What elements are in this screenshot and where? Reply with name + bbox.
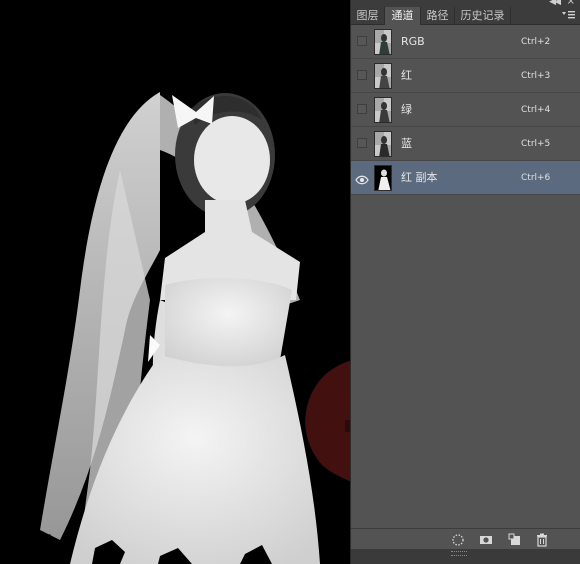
panel-title-bar[interactable]: ◀◀ × (351, 0, 580, 7)
channel-name: 蓝 (401, 137, 412, 150)
tab-paths[interactable]: 路径 (421, 7, 455, 24)
panel-tab-bar: 图层 通道 路径 历史记录 (351, 7, 580, 25)
new-channel-icon (508, 533, 520, 545)
channel-shortcut: Ctrl+6 (521, 173, 551, 183)
tab-history[interactable]: 历史记录 (455, 7, 511, 24)
channels-panel: ◀◀ × 图层 通道 路径 历史记录 RGB Ctrl+2 红 Ctrl+3 绿… (350, 0, 580, 564)
new-channel-button[interactable] (508, 532, 522, 546)
channel-row-red-copy[interactable]: 红 副本 Ctrl+6 (351, 161, 580, 195)
tab-channels[interactable]: 通道 (385, 7, 421, 25)
channel-shortcut: Ctrl+4 (521, 105, 551, 115)
channel-name: 红 副本 (401, 171, 438, 184)
panel-footer (351, 549, 580, 564)
channel-name: RGB (401, 35, 425, 48)
channel-thumbnail (374, 165, 392, 191)
channel-name: 红 (401, 69, 412, 82)
panel-bottom-toolbar (351, 528, 580, 549)
load-selection-button[interactable] (451, 532, 465, 546)
channel-thumbnail (374, 63, 392, 89)
channel-row-green[interactable]: 绿 Ctrl+4 (351, 93, 580, 127)
channel-row-red[interactable]: 红 Ctrl+3 (351, 59, 580, 93)
channel-shortcut: Ctrl+3 (521, 71, 551, 81)
close-icon[interactable]: × (567, 0, 575, 7)
save-selection-button[interactable] (479, 532, 493, 546)
channel-name: 绿 (401, 103, 412, 116)
tab-layers[interactable]: 图层 (351, 7, 385, 24)
channel-row-rgb[interactable]: RGB Ctrl+2 (351, 25, 580, 59)
dotted-circle-icon (452, 534, 464, 546)
visibility-toggle[interactable] (357, 138, 367, 148)
visibility-toggle[interactable] (357, 70, 367, 80)
mask-icon (480, 536, 492, 544)
visibility-toggle[interactable] (357, 36, 367, 46)
channel-thumbnail (374, 97, 392, 123)
channel-thumbnail (374, 29, 392, 55)
collapse-icon[interactable]: ◀◀ (549, 0, 561, 7)
channel-shortcut: Ctrl+5 (521, 139, 551, 149)
trash-icon (537, 533, 547, 547)
panel-menu-icon[interactable] (561, 10, 575, 21)
delete-channel-button[interactable] (535, 532, 549, 547)
visibility-toggle[interactable] (357, 104, 367, 114)
channel-row-blue[interactable]: 蓝 Ctrl+5 (351, 127, 580, 161)
channel-thumbnail (374, 131, 392, 157)
resize-grip[interactable] (451, 551, 467, 556)
channel-shortcut: Ctrl+2 (521, 37, 551, 47)
eye-icon[interactable] (355, 171, 369, 185)
